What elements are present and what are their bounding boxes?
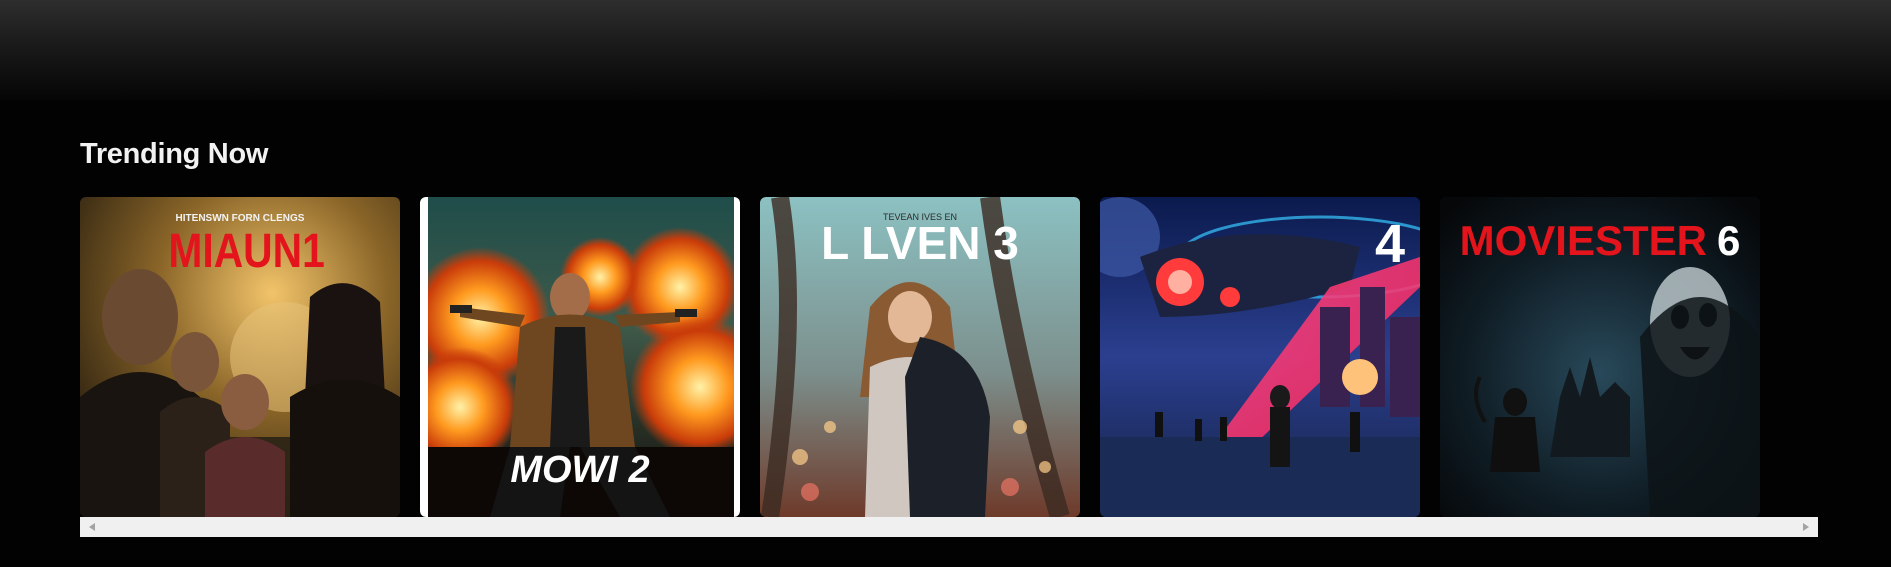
poster-1-kicker: HITENSWN FORN CLENGS bbox=[176, 213, 305, 224]
poster-3: TEVEAN IVES EN L LVEN 3 bbox=[760, 197, 1080, 517]
poster-2: MOWI 2 bbox=[420, 197, 740, 517]
section-title-trending-now: Trending Now bbox=[80, 138, 269, 170]
poster-2-title: MOWI 2 bbox=[510, 449, 649, 491]
top-nav-bar bbox=[0, 0, 1891, 100]
poster-1: HITENSWN FORN CLENGS MIAUN1 bbox=[80, 197, 400, 517]
movie-card-1[interactable]: HITENSWN FORN CLENGS MIAUN1 bbox=[80, 197, 400, 517]
movie-card-3[interactable]: TEVEAN IVES EN L LVEN 3 bbox=[760, 197, 1080, 517]
scroll-right-arrow-icon[interactable] bbox=[1803, 523, 1809, 531]
movie-card-5[interactable]: MOVIESTER 6 bbox=[1440, 197, 1760, 517]
poster-5: MOVIESTER 6 bbox=[1440, 197, 1760, 517]
poster-3-title: L LVEN 3 bbox=[821, 217, 1019, 269]
movie-card-4[interactable]: 4 bbox=[1100, 197, 1420, 517]
poster-5-title-wrap: MOVIESTER 6 bbox=[1460, 217, 1741, 264]
poster-5-title: MOVIESTER bbox=[1460, 217, 1707, 264]
movie-card-2[interactable]: MOWI 2 bbox=[420, 197, 740, 517]
poster-5-title-number: 6 bbox=[1717, 217, 1740, 264]
poster-4: 4 bbox=[1100, 197, 1420, 517]
poster-4-title: 4 bbox=[1375, 214, 1405, 274]
poster-1-title: MIAUN1 bbox=[168, 225, 324, 278]
horizontal-scrollbar[interactable] bbox=[80, 517, 1818, 537]
scrollbar-thumb[interactable] bbox=[102, 520, 1796, 534]
scroll-left-arrow-icon[interactable] bbox=[89, 523, 95, 531]
trending-row[interactable]: HITENSWN FORN CLENGS MIAUN1 MOWI 2 TEVEA… bbox=[80, 197, 1818, 517]
